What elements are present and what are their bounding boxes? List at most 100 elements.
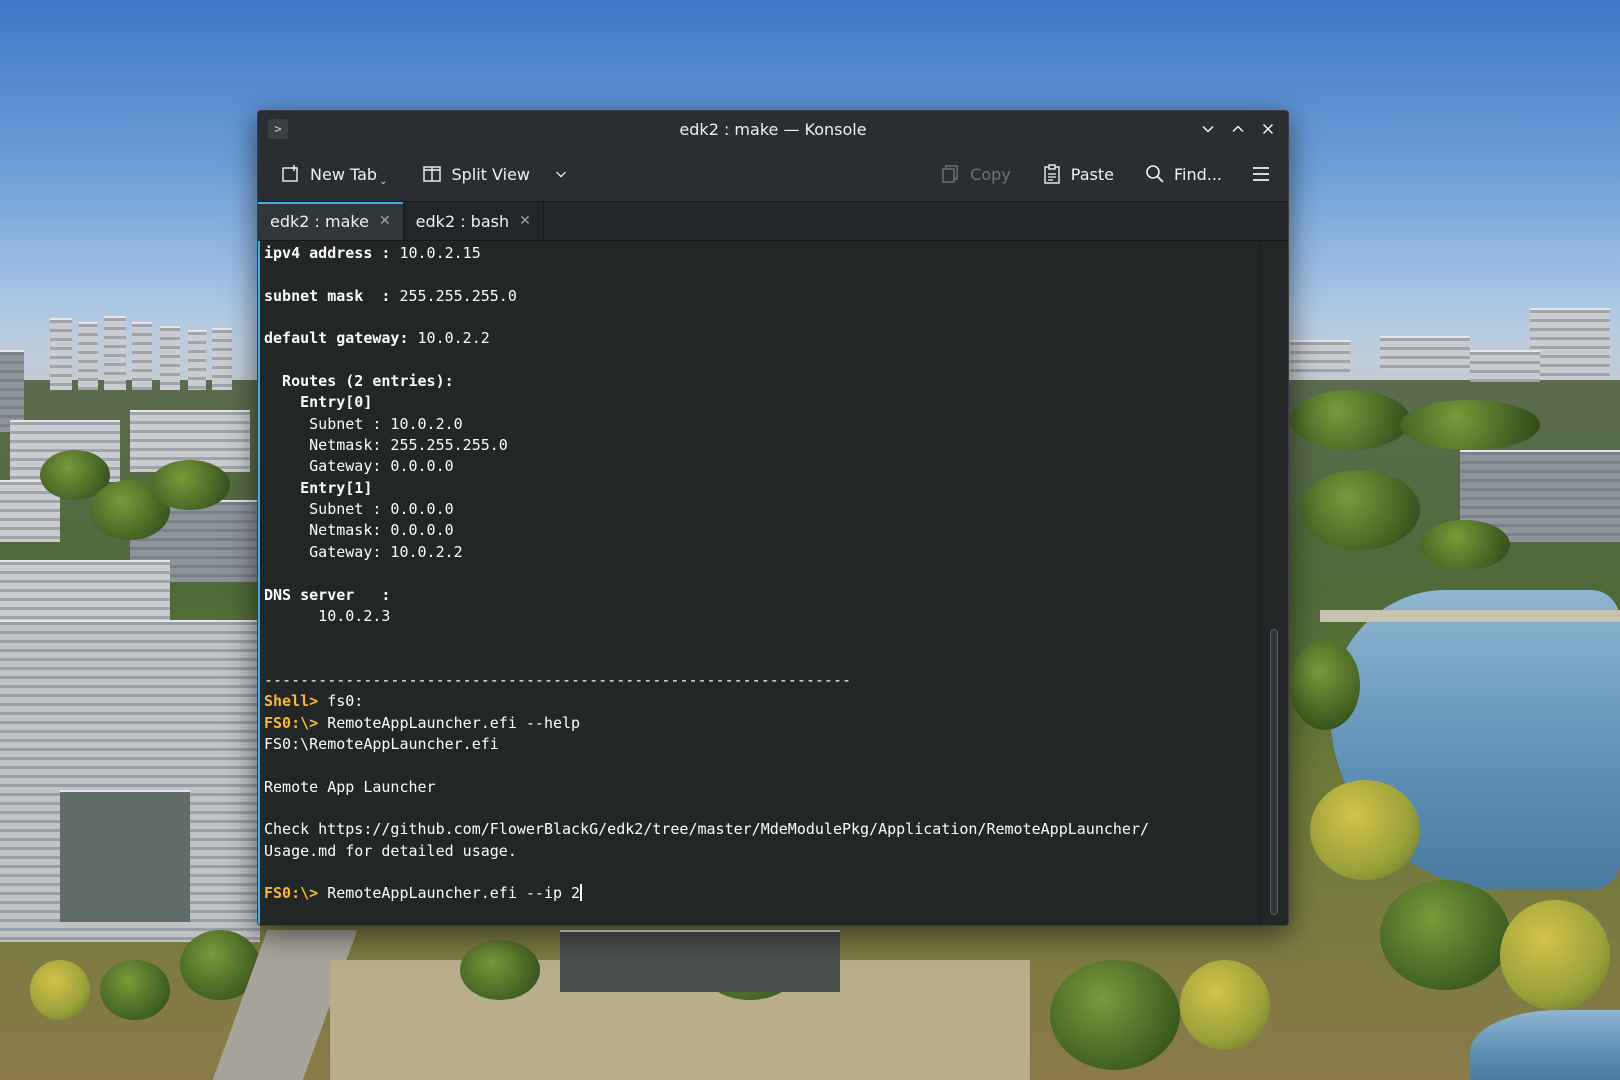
terminal-text: RemoteAppLauncher.efi --help (327, 713, 581, 732)
scrollbar-thumb[interactable] (1270, 629, 1278, 915)
minimize-button[interactable] (1196, 117, 1220, 141)
window-title: edk2 : make — Konsole (679, 119, 867, 139)
chevron-down-icon (1202, 125, 1214, 133)
shell-prompt: FS0:\> (264, 713, 328, 732)
terminal-line: Subnet : 0.0.0.0 (264, 499, 1258, 520)
tab-label: edk2 : bash (415, 211, 510, 231)
terminal-text: Check https://github.com/FlowerBlackG/ed… (264, 820, 1150, 839)
terminal-text: FS0:\RemoteAppLauncher.efi (264, 734, 499, 753)
terminal-text: subnet mask : (264, 286, 400, 305)
terminal-text: DNS server : (264, 585, 391, 604)
copy-button[interactable]: Copy (932, 156, 1019, 192)
tab-label: edk2 : make (270, 211, 369, 231)
terminal-text: Entry[1] (264, 478, 373, 497)
paste-icon (1044, 164, 1060, 184)
split-view-button[interactable]: Split View (413, 156, 538, 192)
terminal-line: DNS server : (264, 585, 1258, 606)
paste-label: Paste (1070, 164, 1114, 184)
tab-bar: edk2 : make ✕ edk2 : bash ✕ (258, 202, 1288, 241)
terminal-text: Gateway: 0.0.0.0 (264, 457, 454, 476)
terminal-text: default gateway: (264, 329, 418, 348)
terminal-line: ipv4 address : 10.0.2.15 (264, 243, 1258, 264)
text-cursor (580, 884, 583, 902)
terminal-text: Gateway: 10.0.2.2 (264, 542, 463, 561)
terminal-line: FS0:\RemoteAppLauncher.efi (264, 734, 1258, 755)
search-icon (1146, 165, 1164, 183)
paste-button[interactable]: Paste (1033, 156, 1122, 192)
terminal-line: Gateway: 10.0.2.2 (264, 542, 1258, 563)
window-titlebar[interactable]: > edk2 : make — Konsole (258, 111, 1288, 147)
terminal-line: Netmask: 0.0.0.0 (264, 520, 1258, 541)
terminal-line: FS0:\> RemoteAppLauncher.efi --ip 2 (264, 883, 1258, 904)
terminal-text: Subnet : 10.0.2.0 (264, 414, 463, 433)
terminal-text: 10.0.2.2 (417, 329, 490, 348)
terminal-text: fs0: (327, 692, 364, 711)
terminal-text: 10.0.2.15 (399, 244, 481, 262)
terminal-line: FS0:\> RemoteAppLauncher.efi --help (264, 713, 1258, 734)
split-view-menu-button[interactable] (550, 156, 572, 192)
terminal-text: ----------------------------------------… (264, 670, 851, 689)
tab-edk2-make[interactable]: edk2 : make ✕ (258, 202, 404, 240)
shell-prompt: Shell> (264, 692, 328, 711)
tab-edk2-bash[interactable]: edk2 : bash ✕ (404, 202, 544, 240)
chevron-down-icon (556, 171, 566, 178)
terminal-line: Usage.md for detailed usage. (264, 841, 1258, 862)
hamburger-menu-icon (1253, 167, 1269, 181)
terminal-text: ipv4 address : (264, 244, 400, 262)
terminal-line: Subnet : 10.0.2.0 (264, 414, 1258, 435)
terminal-line: Netmask: 255.255.255.0 (264, 435, 1258, 456)
terminal-line: 10.0.2.3 (264, 606, 1258, 627)
close-icon[interactable]: ✕ (379, 213, 391, 229)
terminal-text: Entry[0] (264, 393, 373, 412)
terminal-text: Subnet : 0.0.0.0 (264, 500, 454, 519)
terminal-text: Netmask: 255.255.255.0 (264, 436, 508, 455)
terminal-text: Remote App Launcher (264, 777, 436, 796)
close-window-button[interactable] (1256, 117, 1280, 141)
terminal-text: RemoteAppLauncher.efi --ip 2 (327, 884, 581, 903)
copy-label: Copy (970, 164, 1011, 184)
shell-prompt: FS0:\> (264, 884, 328, 903)
terminal-text: 10.0.2.3 (264, 606, 391, 625)
hamburger-menu-button[interactable] (1244, 156, 1278, 192)
new-tab-menu-arrow-icon[interactable]: ⌄ (379, 176, 387, 187)
new-tab-label: New Tab (310, 164, 378, 184)
terminal-text: Netmask: 0.0.0.0 (264, 521, 454, 540)
find-label: Find... (1173, 164, 1222, 184)
new-tab-button[interactable]: New Tab ⌄ (272, 156, 401, 192)
find-button[interactable]: Find... (1136, 156, 1230, 192)
split-view-icon (423, 166, 442, 182)
terminal-text: Usage.md for detailed usage. (264, 841, 517, 860)
close-icon (1262, 123, 1274, 135)
maximize-button[interactable] (1226, 117, 1250, 141)
terminal-line: Gateway: 0.0.0.0 (264, 456, 1258, 477)
terminal-scrollbar[interactable] (1259, 241, 1288, 925)
terminal-icon[interactable]: > (268, 119, 288, 139)
terminal-line: Entry[0] (264, 392, 1258, 413)
terminal-line: default gateway: 10.0.2.2 (264, 328, 1258, 349)
terminal-output[interactable]: ipv4 address : 10.0.2.15 subnet mask : 25… (258, 241, 1258, 925)
terminal-line: Shell> fs0: (264, 691, 1258, 712)
terminal-line: Remote App Launcher (264, 777, 1258, 798)
new-tab-icon (282, 165, 298, 182)
terminal-line: ----------------------------------------… (264, 670, 1258, 691)
terminal-text: Routes (2 entries): (264, 372, 454, 391)
copy-icon (942, 165, 958, 183)
terminal-text: 255.255.255.0 (399, 286, 517, 305)
close-icon[interactable]: ✕ (519, 213, 531, 229)
main-toolbar: New Tab ⌄ Split View Copy Paste Find... (258, 147, 1288, 202)
terminal-line: subnet mask : 255.255.255.0 (264, 286, 1258, 307)
terminal-line: Entry[1] (264, 478, 1258, 499)
terminal-line: Check https://github.com/FlowerBlackG/ed… (264, 819, 1258, 840)
konsole-window: > edk2 : make — Konsole New Tab ⌄ Split … (257, 110, 1289, 926)
split-view-label: Split View (451, 164, 530, 184)
terminal-line: Routes (2 entries): (264, 371, 1258, 392)
